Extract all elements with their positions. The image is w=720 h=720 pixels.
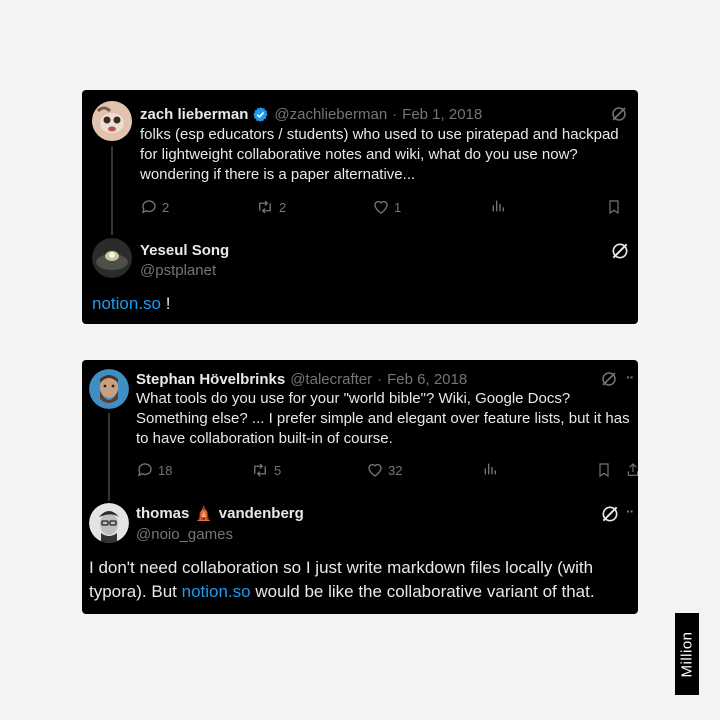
views-button[interactable]	[490, 198, 506, 214]
retweet-button[interactable]: 2	[255, 198, 286, 216]
tweet-header: zach lieberman @zachlieberman · Feb 1, 2…	[140, 104, 482, 124]
tweet-actions: 18 5 32	[82, 461, 638, 481]
retweet-count: 2	[279, 199, 287, 215]
reply-author-handle[interactable]: @pstplanet	[140, 262, 216, 279]
views-button[interactable]	[482, 461, 498, 477]
temple-emoji-icon: 🛕	[195, 504, 213, 521]
speech-bubble-icon	[141, 200, 156, 214]
tweet-thread-card-1: zach lieberman @zachlieberman · Feb 1, 2…	[82, 90, 638, 324]
notion-link[interactable]: notion.so	[182, 582, 251, 601]
meta-separator: ·	[377, 370, 383, 388]
more-options-button[interactable]: ··	[626, 369, 634, 385]
reply-author-last-name[interactable]: vandenberg	[219, 505, 304, 522]
reply-text: I don't need collaboration so I just wri…	[89, 556, 629, 604]
meta-separator: ·	[392, 105, 398, 123]
tweet-date[interactable]: Feb 6, 2018	[387, 371, 467, 388]
speech-bubble-icon	[137, 463, 152, 477]
reply-button[interactable]: 2	[140, 198, 169, 216]
thread-connector-line	[108, 413, 110, 501]
reply-handle-row: @pstplanet	[140, 260, 216, 280]
tweet-text: What tools do you use for your "world bi…	[136, 390, 630, 447]
author-handle[interactable]: @zachlieberman	[274, 106, 387, 123]
brand-label: Million	[675, 613, 699, 695]
tweet-date[interactable]: Feb 1, 2018	[402, 106, 482, 123]
reply-text-suffix: !	[161, 294, 171, 313]
bookmark-icon	[609, 200, 619, 215]
tweet-thread-card-2: Stephan Hövelbrinks @talecrafter · Feb 6…	[82, 360, 638, 614]
reply-button[interactable]: 18	[136, 461, 172, 479]
reply-author-handle[interactable]: @noio_games	[136, 526, 233, 543]
bookmark-button[interactable]	[596, 461, 612, 479]
author-name[interactable]: zach lieberman	[140, 106, 248, 123]
verified-badge-icon	[252, 106, 269, 123]
reply-count: 2	[162, 199, 170, 215]
author-handle[interactable]: @talecrafter	[290, 371, 372, 388]
grok-slash-icon[interactable]	[610, 105, 628, 123]
grok-slash-icon[interactable]	[600, 504, 620, 524]
like-button[interactable]: 1	[372, 198, 401, 216]
reply-count: 18	[158, 462, 173, 478]
more-options-button[interactable]: ··	[626, 503, 634, 519]
retweet-count: 5	[274, 462, 282, 478]
avatar-thomas-vandenberg[interactable]	[89, 503, 129, 543]
reply-header: thomas 🛕 vandenberg	[136, 503, 304, 523]
thread-connector-line	[111, 146, 113, 235]
tweet-header: Stephan Hövelbrinks @talecrafter · Feb 6…	[136, 369, 467, 389]
heart-icon	[368, 463, 382, 477]
reply-text: notion.so !	[92, 293, 170, 315]
notion-link[interactable]: notion.so	[92, 294, 161, 313]
avatar-zach-lieberman[interactable]	[92, 101, 132, 141]
reply-text-suffix: would be like the collaborative variant …	[250, 582, 595, 601]
share-icon	[627, 463, 638, 476]
retweet-icon	[259, 200, 271, 214]
avatar-stephan-hovelbrinks[interactable]	[89, 369, 129, 409]
bookmark-icon	[599, 463, 609, 478]
retweet-icon	[254, 463, 266, 477]
tweet-actions: 2 2 1	[82, 198, 638, 218]
tweet-text: folks (esp educators / students) who use…	[140, 126, 619, 183]
retweet-button[interactable]: 5	[250, 461, 281, 479]
grok-slash-icon[interactable]	[600, 370, 618, 388]
share-button[interactable]	[625, 461, 638, 479]
avatar-yeseul-song[interactable]	[92, 238, 132, 278]
author-name[interactable]: Stephan Hövelbrinks	[136, 371, 285, 388]
reply-author-name[interactable]: Yeseul Song	[140, 242, 229, 259]
reply-handle-row: @noio_games	[136, 524, 233, 544]
reply-header: Yeseul Song	[140, 240, 229, 260]
brand-text: Million	[678, 630, 696, 678]
like-count: 32	[388, 462, 403, 478]
like-button[interactable]: 32	[366, 461, 402, 479]
reply-author-first-name[interactable]: thomas	[136, 505, 189, 522]
heart-icon	[374, 200, 388, 214]
like-count: 1	[394, 199, 402, 215]
bookmark-button[interactable]	[606, 198, 622, 216]
bar-chart-icon	[484, 463, 496, 475]
bar-chart-icon	[492, 200, 504, 212]
grok-slash-icon[interactable]	[610, 241, 630, 261]
